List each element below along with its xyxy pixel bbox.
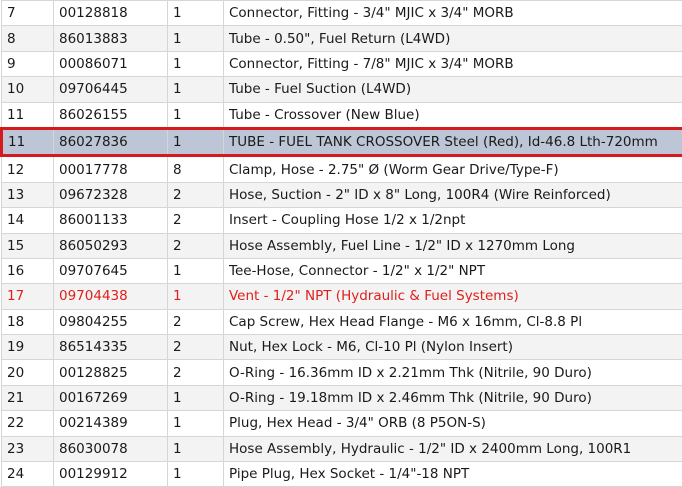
table-row[interactable]: 16097076451Tee-Hose, Connector - 1/2" x …	[2, 258, 682, 283]
description-cell: Pipe Plug, Hex Socket - 1/4"-18 NPT	[224, 462, 682, 487]
ref-number-cell: 11	[2, 102, 54, 128]
table-row[interactable]: 8860138831Tube - 0.50", Fuel Return (L4W…	[2, 26, 682, 51]
description-cell: Tube - 0.50", Fuel Return (L4WD)	[224, 26, 682, 51]
quantity-cell: 1	[168, 411, 224, 436]
part-number-cell: 86050293	[54, 233, 168, 258]
part-number-cell: 09804255	[54, 309, 168, 334]
ref-number-cell: 16	[2, 258, 54, 283]
description-cell: Hose Assembly, Hydraulic - 1/2" ID x 240…	[224, 436, 682, 461]
quantity-cell: 2	[168, 208, 224, 233]
ref-number-cell: 7	[2, 1, 54, 26]
table-row-selected[interactable]: 11860278361TUBE - FUEL TANK CROSSOVER St…	[2, 128, 682, 155]
quantity-cell: 1	[168, 77, 224, 102]
ref-number-cell: 21	[2, 385, 54, 410]
table-row[interactable]: 22002143891Plug, Hex Head - 3/4" ORB (8 …	[2, 411, 682, 436]
ref-number-cell: 15	[2, 233, 54, 258]
description-cell: Connector, Fitting - 7/8" MJIC x 3/4" MO…	[224, 51, 682, 76]
ref-number-cell: 20	[2, 360, 54, 385]
quantity-cell: 1	[168, 26, 224, 51]
ref-number-cell: 10	[2, 77, 54, 102]
description-cell: Hose Assembly, Fuel Line - 1/2" ID x 127…	[224, 233, 682, 258]
part-number-cell: 09704438	[54, 284, 168, 309]
description-cell: Vent - 1/2" NPT (Hydraulic & Fuel System…	[224, 284, 682, 309]
part-number-cell: 00128825	[54, 360, 168, 385]
quantity-cell: 1	[168, 102, 224, 128]
ref-number-cell: 11	[2, 128, 54, 155]
ref-number-cell: 9	[2, 51, 54, 76]
description-cell: Nut, Hex Lock - M6, Cl-10 Pl (Nylon Inse…	[224, 335, 682, 360]
quantity-cell: 1	[168, 385, 224, 410]
table-row[interactable]: 20001288252O-Ring - 16.36mm ID x 2.21mm …	[2, 360, 682, 385]
quantity-cell: 2	[168, 360, 224, 385]
quantity-cell: 1	[168, 128, 224, 155]
description-cell: Tube - Crossover (New Blue)	[224, 102, 682, 128]
part-number-cell: 00128818	[54, 1, 168, 26]
part-number-cell: 86030078	[54, 436, 168, 461]
ref-number-cell: 23	[2, 436, 54, 461]
description-cell: Clamp, Hose - 2.75" Ø (Worm Gear Drive/T…	[224, 156, 682, 182]
quantity-cell: 2	[168, 309, 224, 334]
part-number-cell: 86514335	[54, 335, 168, 360]
table-row[interactable]: 18098042552Cap Screw, Hex Head Flange - …	[2, 309, 682, 334]
table-row[interactable]: 12000177788Clamp, Hose - 2.75" Ø (Worm G…	[2, 156, 682, 182]
description-cell: Connector, Fitting - 3/4" MJIC x 3/4" MO…	[224, 1, 682, 26]
part-number-cell: 00017778	[54, 156, 168, 182]
table-row[interactable]: 10097064451Tube - Fuel Suction (L4WD)	[2, 77, 682, 102]
ref-number-cell: 8	[2, 26, 54, 51]
table-row[interactable]: 15860502932Hose Assembly, Fuel Line - 1/…	[2, 233, 682, 258]
ref-number-cell: 22	[2, 411, 54, 436]
description-cell: Insert - Coupling Hose 1/2 x 1/2npt	[224, 208, 682, 233]
quantity-cell: 2	[168, 182, 224, 207]
quantity-cell: 1	[168, 436, 224, 461]
ref-number-cell: 19	[2, 335, 54, 360]
part-number-cell: 86027836	[54, 128, 168, 155]
part-number-cell: 00086071	[54, 51, 168, 76]
description-cell: Hose, Suction - 2" ID x 8" Long, 100R4 (…	[224, 182, 682, 207]
part-number-cell: 86026155	[54, 102, 168, 128]
part-number-cell: 86013883	[54, 26, 168, 51]
quantity-cell: 2	[168, 335, 224, 360]
part-number-cell: 00214389	[54, 411, 168, 436]
quantity-cell: 2	[168, 233, 224, 258]
description-cell: O-Ring - 16.36mm ID x 2.21mm Thk (Nitril…	[224, 360, 682, 385]
table-row[interactable]: 19865143352Nut, Hex Lock - M6, Cl-10 Pl …	[2, 335, 682, 360]
description-cell: Tee-Hose, Connector - 1/2" x 1/2" NPT	[224, 258, 682, 283]
ref-number-cell: 24	[2, 462, 54, 487]
ref-number-cell: 12	[2, 156, 54, 182]
table-row[interactable]: 23860300781Hose Assembly, Hydraulic - 1/…	[2, 436, 682, 461]
quantity-cell: 1	[168, 258, 224, 283]
ref-number-cell: 13	[2, 182, 54, 207]
table-row[interactable]: 7001288181Connector, Fitting - 3/4" MJIC…	[2, 1, 682, 26]
table-row[interactable]: 13096723282Hose, Suction - 2" ID x 8" Lo…	[2, 182, 682, 207]
table-row[interactable]: 11860261551Tube - Crossover (New Blue)	[2, 102, 682, 128]
description-cell: TUBE - FUEL TANK CROSSOVER Steel (Red), …	[224, 128, 682, 155]
table-row[interactable]: 21001672691O-Ring - 19.18mm ID x 2.46mm …	[2, 385, 682, 410]
table-row[interactable]: 9000860711Connector, Fitting - 7/8" MJIC…	[2, 51, 682, 76]
table-row[interactable]: 24001299121Pipe Plug, Hex Socket - 1/4"-…	[2, 462, 682, 487]
part-number-cell: 00167269	[54, 385, 168, 410]
part-number-cell: 09706445	[54, 77, 168, 102]
ref-number-cell: 14	[2, 208, 54, 233]
description-cell: Cap Screw, Hex Head Flange - M6 x 16mm, …	[224, 309, 682, 334]
ref-number-cell: 18	[2, 309, 54, 334]
part-number-cell: 09672328	[54, 182, 168, 207]
description-cell: Plug, Hex Head - 3/4" ORB (8 P5ON-S)	[224, 411, 682, 436]
quantity-cell: 1	[168, 284, 224, 309]
part-number-cell: 09707645	[54, 258, 168, 283]
quantity-cell: 1	[168, 462, 224, 487]
description-cell: Tube - Fuel Suction (L4WD)	[224, 77, 682, 102]
quantity-cell: 1	[168, 51, 224, 76]
parts-list-body: 7001288181Connector, Fitting - 3/4" MJIC…	[2, 1, 682, 487]
parts-list-table: 7001288181Connector, Fitting - 3/4" MJIC…	[0, 0, 682, 487]
part-number-cell: 86001133	[54, 208, 168, 233]
quantity-cell: 1	[168, 1, 224, 26]
ref-number-cell: 17	[2, 284, 54, 309]
quantity-cell: 8	[168, 156, 224, 182]
description-cell: O-Ring - 19.18mm ID x 2.46mm Thk (Nitril…	[224, 385, 682, 410]
part-number-cell: 00129912	[54, 462, 168, 487]
table-row[interactable]: 14860011332Insert - Coupling Hose 1/2 x …	[2, 208, 682, 233]
table-row[interactable]: 17097044381Vent - 1/2" NPT (Hydraulic & …	[2, 284, 682, 309]
